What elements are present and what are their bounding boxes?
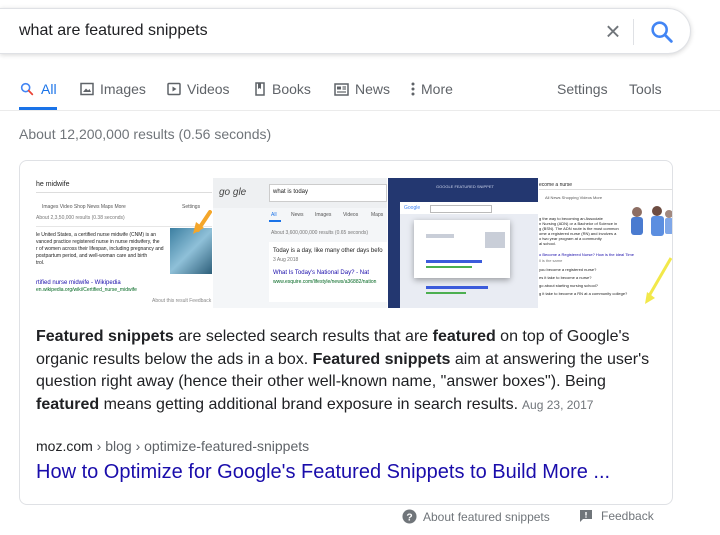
thumb-date: 3 Aug 2018: [273, 257, 299, 263]
tab-label: All: [41, 81, 57, 97]
book-icon: [255, 82, 265, 96]
thumb-qa: ll is the same: [539, 258, 563, 263]
feedback-icon: [580, 510, 592, 522]
arrow-icon: [193, 210, 212, 234]
thumb-qa: you become a registered nurse?: [539, 267, 597, 272]
thumb-snippet-box: [414, 220, 510, 278]
tab-settings[interactable]: Settings: [557, 70, 608, 108]
snippet-text: Featured snippets are selected search re…: [36, 328, 650, 413]
about-featured-snippets-link[interactable]: ? About featured snippets: [402, 509, 550, 524]
thumb-line: vanced practice registered nurse in nurs…: [36, 239, 160, 245]
thumb-qa: go about starting nursing school?: [539, 283, 598, 288]
more-vert-icon: [411, 82, 415, 96]
search-icon: [651, 21, 673, 43]
snippet-images: he midwife Images Video Shop News Maps M…: [36, 178, 672, 308]
featured-snippet-card: he midwife Images Video Shop News Maps M…: [19, 160, 673, 505]
search-icon: [20, 82, 34, 96]
search-tabs: All Images Videos Books News More Settin…: [0, 70, 720, 111]
thumbnail-become-a-nurse[interactable]: ecome a nurse All News Shopping Videos M…: [539, 178, 672, 308]
thumb-rule: [539, 189, 672, 190]
thumb-line: [426, 286, 488, 289]
tab-label: Books: [272, 81, 311, 97]
arrow-icon: [645, 257, 672, 304]
thumb-image-block: [485, 232, 505, 248]
tab-news[interactable]: News: [334, 70, 390, 108]
tab-label: Tools: [629, 81, 662, 97]
thumb-line: al school.: [539, 241, 556, 246]
play-icon: [167, 82, 181, 96]
thumb-line: Today is a day, like many other days bef…: [273, 248, 383, 254]
snippet-date: Aug 23, 2017: [522, 397, 594, 412]
tab-label: Settings: [557, 81, 608, 97]
thumb-link: What Is Today's National Day? - Nat: [273, 270, 370, 276]
thumb-line: [426, 260, 482, 263]
thumbnail-what-is-today[interactable]: go gle what is today All News Images Vid…: [213, 178, 387, 308]
tab-label: Videos: [187, 81, 230, 97]
thumb-wiki: rtified nurse midwife - Wikipedia: [36, 280, 121, 286]
feedback-link[interactable]: Feedback: [579, 509, 654, 523]
thumb-query: what is today: [273, 189, 309, 195]
result-stats: About 12,200,000 results (0.56 seconds): [19, 126, 272, 142]
search-divider: [633, 19, 634, 45]
help-icon: ?: [402, 509, 417, 524]
news-icon: [334, 82, 349, 96]
thumb-line: [426, 266, 472, 268]
thumb-url: www.esquire.com/lifestyle/news/a36882/na…: [273, 279, 377, 285]
thumb-rule: [36, 226, 212, 227]
result-domain: moz.com: [36, 438, 93, 454]
thumb-tab: All: [271, 212, 277, 218]
thumb-tab: News: [291, 212, 304, 218]
thumb-foot: About this result Feedback: [152, 298, 212, 304]
thumb-line: le United States, a certified nurse midw…: [36, 232, 157, 238]
thumb-line: [426, 234, 454, 238]
thumbnail-nurse-midwife[interactable]: he midwife Images Video Shop News Maps M…: [36, 178, 212, 308]
thumb-line: postpartum period, and well-woman care a…: [36, 253, 148, 259]
thumb-tab: Images: [315, 212, 332, 218]
thumb-line: r of women across their lifespan, includ…: [36, 246, 164, 252]
thumb-tabs: All News Shopping Videos More: [545, 195, 603, 200]
thumb-qa: o Become a Registered Nurse? How is the …: [539, 252, 634, 257]
search-bar[interactable]: what are featured snippets ×: [0, 8, 691, 54]
tab-images[interactable]: Images: [80, 70, 146, 108]
thumb-tab: Maps: [371, 212, 384, 218]
thumb-rule: [36, 192, 212, 193]
tab-label: Images: [100, 81, 146, 97]
image-icon: [80, 82, 94, 96]
about-label: About featured snippets: [423, 509, 550, 524]
result-citation: moz.com › blog › optimize-featured-snipp…: [36, 438, 309, 454]
tab-label: More: [421, 81, 453, 97]
svg-text:?: ?: [406, 512, 412, 523]
thumb-header: ecome a nurse: [539, 182, 573, 188]
feedback-label: Feedback: [601, 509, 654, 523]
thumb-count: About 3,600,000,000 results (0.65 second…: [271, 230, 369, 236]
tab-more[interactable]: More: [411, 70, 453, 108]
clear-button[interactable]: ×: [600, 18, 626, 45]
thumb-tab: Videos: [343, 212, 359, 218]
tab-videos[interactable]: Videos: [167, 70, 230, 108]
thumb-logo: Google: [404, 205, 421, 211]
tab-all[interactable]: All: [19, 70, 57, 110]
tab-label: News: [355, 81, 391, 97]
thumbnail-featured-snippet-diagram[interactable]: GOOGLE FEATURED SNIPPET Google: [388, 178, 538, 308]
tab-books[interactable]: Books: [254, 70, 311, 108]
thumb-qa: es it take to become a nurse?: [539, 275, 592, 280]
thumb-line: [426, 292, 466, 294]
thumb-tabs: Images Video Shop News Maps More: [42, 204, 126, 210]
thumb-title: GOOGLE FEATURED SNIPPET: [436, 184, 494, 189]
search-input[interactable]: what are featured snippets: [19, 22, 208, 40]
search-button[interactable]: [648, 18, 676, 46]
thumb-qa: g it take to become a RN at a community …: [539, 291, 628, 296]
thumb-tab-underline: [269, 220, 281, 222]
result-title-link[interactable]: How to Optimize for Google's Featured Sn…: [36, 461, 610, 484]
thumb-header: he midwife: [36, 181, 70, 188]
thumb-logo: go gle: [219, 187, 247, 198]
thumb-count: About 2,3,50,000 results (0.38 seconds): [36, 215, 125, 221]
nurses-illustration: [631, 206, 672, 236]
result-breadcrumb: › blog › optimize-featured-snippets: [92, 438, 310, 454]
thumb-line: trol.: [36, 260, 45, 266]
thumb-searchbox: [430, 205, 492, 213]
tab-tools[interactable]: Tools: [629, 70, 662, 108]
thumb-wiki-url: en.wikipedia.org/wiki/Certified_nurse_mi…: [36, 287, 137, 293]
